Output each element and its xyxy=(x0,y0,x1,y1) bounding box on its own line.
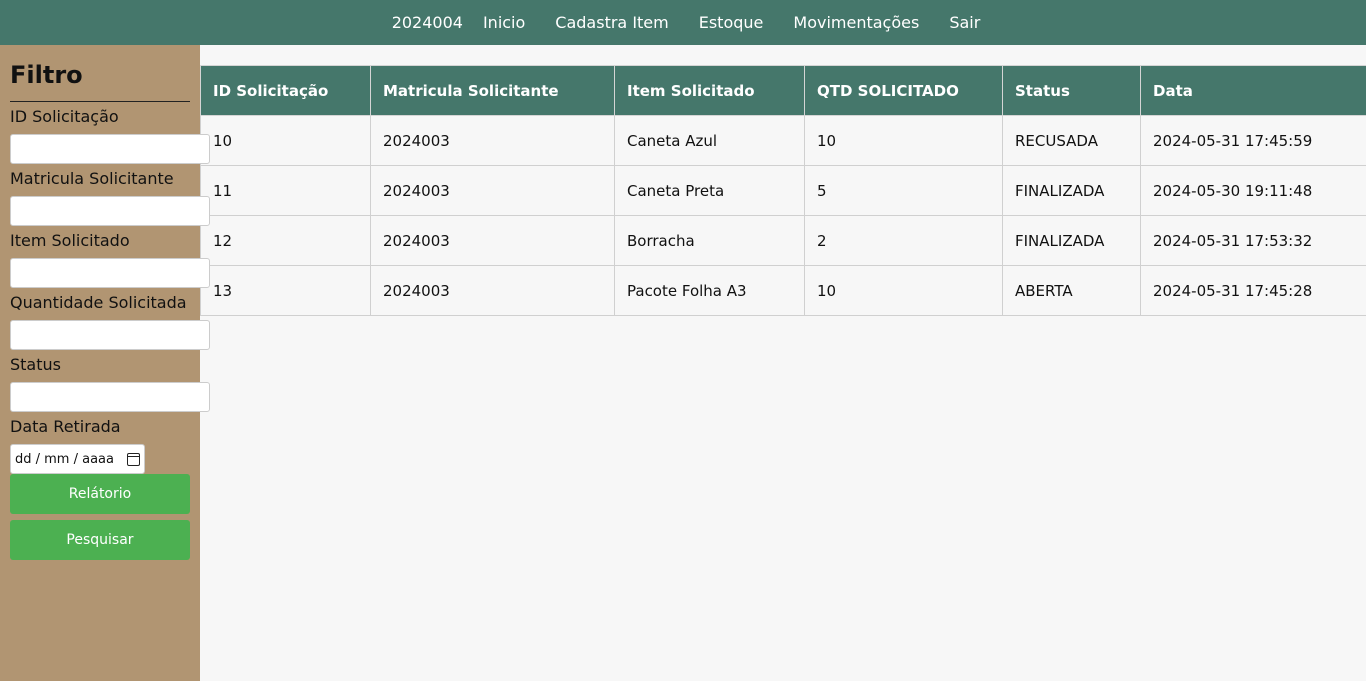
cell-id: 12 xyxy=(200,215,371,266)
top-navbar: 2024004 Inicio Cadastra Item Estoque Mov… xyxy=(0,0,1366,45)
data-retirada-label: Data Retirada xyxy=(10,417,121,436)
main-content: ID Solicitação Matricula Solicitante Ite… xyxy=(200,65,1366,316)
cell-qtd: 2 xyxy=(804,215,1003,266)
nav-link-cadastra-item[interactable]: Cadastra Item xyxy=(555,13,668,32)
cell-item: Caneta Azul xyxy=(614,115,805,166)
item-solicitado-input[interactable] xyxy=(10,258,210,288)
cell-matricula: 2024003 xyxy=(370,165,615,216)
cell-qtd: 10 xyxy=(804,115,1003,166)
cell-id: 10 xyxy=(200,115,371,166)
nav-link-sair[interactable]: Sair xyxy=(949,13,980,32)
table-row: 10 2024003 Caneta Azul 10 RECUSADA 2024-… xyxy=(200,115,1366,166)
matricula-solicitante-label: Matricula Solicitante xyxy=(10,169,174,188)
status-input[interactable] xyxy=(10,382,210,412)
nav-link-estoque[interactable]: Estoque xyxy=(699,13,764,32)
table-row: 13 2024003 Pacote Folha A3 10 ABERTA 202… xyxy=(200,265,1366,316)
cell-item: Caneta Preta xyxy=(614,165,805,216)
cell-status: RECUSADA xyxy=(1002,115,1141,166)
cell-matricula: 2024003 xyxy=(370,265,615,316)
calendar-icon[interactable] xyxy=(127,452,140,466)
cell-data: 2024-05-31 17:45:28 xyxy=(1140,265,1366,316)
report-button[interactable]: Relátorio xyxy=(10,474,190,514)
filter-sidebar: Filtro ID Solicitação Matricula Solicita… xyxy=(0,45,210,681)
cell-id: 13 xyxy=(200,265,371,316)
cell-qtd: 5 xyxy=(804,165,1003,216)
header-data: Data xyxy=(1140,65,1366,116)
cell-status: FINALIZADA xyxy=(1002,215,1141,266)
cell-item: Borracha xyxy=(614,215,805,266)
header-item-solicitado: Item Solicitado xyxy=(614,65,805,116)
table-row: 12 2024003 Borracha 2 FINALIZADA 2024-05… xyxy=(200,215,1366,266)
nav-link-inicio[interactable]: Inicio xyxy=(483,13,525,32)
cell-matricula: 2024003 xyxy=(370,115,615,166)
cell-qtd: 10 xyxy=(804,265,1003,316)
id-solicitacao-label: ID Solicitação xyxy=(10,107,119,126)
status-label: Status xyxy=(10,355,61,374)
table-row: 11 2024003 Caneta Preta 5 FINALIZADA 202… xyxy=(200,165,1366,216)
item-solicitado-label: Item Solicitado xyxy=(10,231,130,250)
cell-data: 2024-05-31 17:45:59 xyxy=(1140,115,1366,166)
header-qtd-solicitado: QTD SOLICITADO xyxy=(804,65,1003,116)
header-status: Status xyxy=(1002,65,1141,116)
header-id-solicitacao: ID Solicitação xyxy=(200,65,371,116)
cell-id: 11 xyxy=(200,165,371,216)
nav-user-id: 2024004 xyxy=(391,13,463,32)
data-retirada-input[interactable]: dd / mm / aaaa xyxy=(10,444,145,474)
requests-table: ID Solicitação Matricula Solicitante Ite… xyxy=(200,65,1366,316)
table-header-row: ID Solicitação Matricula Solicitante Ite… xyxy=(200,65,1366,116)
date-placeholder: dd / mm / aaaa xyxy=(15,451,114,467)
nav-menu: 2024004 Inicio Cadastra Item Estoque Mov… xyxy=(392,13,981,32)
cell-matricula: 2024003 xyxy=(370,215,615,266)
id-solicitacao-input[interactable] xyxy=(10,134,210,164)
cell-status: ABERTA xyxy=(1002,265,1141,316)
nav-link-movimentacoes[interactable]: Movimentações xyxy=(793,13,919,32)
filter-title: Filtro xyxy=(10,59,190,102)
cell-data: 2024-05-31 17:53:32 xyxy=(1140,215,1366,266)
quantidade-solicitada-input[interactable] xyxy=(10,320,210,350)
header-matricula-solicitante: Matricula Solicitante xyxy=(370,65,615,116)
cell-data: 2024-05-30 19:11:48 xyxy=(1140,165,1366,216)
matricula-solicitante-input[interactable] xyxy=(10,196,210,226)
cell-item: Pacote Folha A3 xyxy=(614,265,805,316)
search-button[interactable]: Pesquisar xyxy=(10,520,190,560)
quantidade-solicitada-label: Quantidade Solicitada xyxy=(10,293,187,312)
cell-status: FINALIZADA xyxy=(1002,165,1141,216)
